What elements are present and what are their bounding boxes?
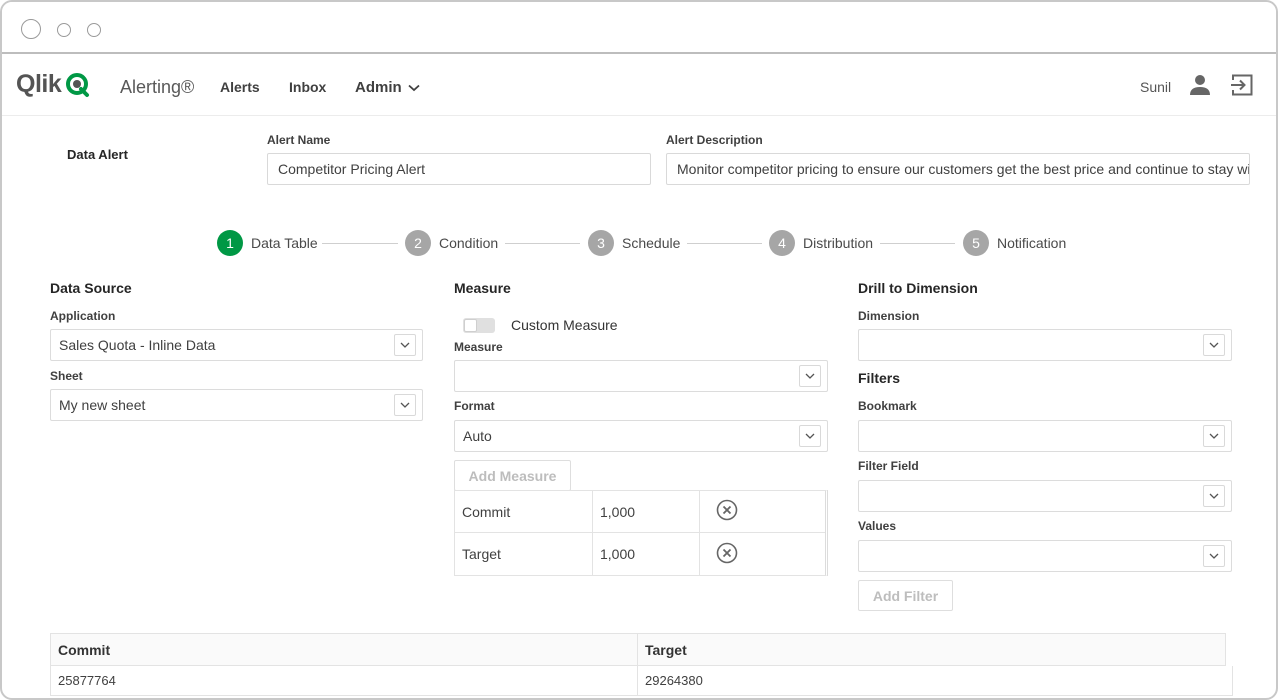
step-label: Notification [997,235,1067,251]
top-navbar: Qlik Alerting® Alerts Inbox Admin Sunil [2,54,1276,116]
nav-alerts-link[interactable]: Alerts [220,79,260,95]
step-label: Schedule [622,235,681,251]
step-number: 2 [405,230,431,256]
drill-heading: Drill to Dimension [858,280,978,296]
nav-admin-label: Admin [355,79,402,96]
remove-circle-icon[interactable] [716,542,738,567]
remove-circle-icon[interactable] [716,499,738,524]
dimension-select[interactable] [858,329,1232,361]
format-value: Auto [463,428,492,444]
window-maximize-button[interactable] [87,23,101,37]
table-cell: 29264380 [645,673,703,688]
application-label: Application [50,309,116,323]
chevron-down-icon[interactable] [394,334,416,356]
nav-inbox-link[interactable]: Inbox [289,79,326,95]
preview-data-table: Commit Target 25877764 29264380 [50,633,1233,696]
step-data-table[interactable]: 1 Data Table [217,230,318,256]
chevron-down-icon[interactable] [1203,485,1225,507]
application-select[interactable]: Sales Quota - Inline Data [50,329,423,361]
custom-measure-label: Custom Measure [511,317,618,333]
table-header: Commit Target [50,633,1226,666]
window-close-button[interactable] [21,19,41,39]
logout-icon[interactable] [1230,73,1254,102]
measure-row: Commit 1,000 [455,491,825,533]
bookmark-label: Bookmark [858,399,917,413]
window-minimize-button[interactable] [57,23,71,37]
table-row: 25877764 29264380 [50,666,1233,696]
column-header-commit[interactable]: Commit [51,634,638,665]
alert-description-label: Alert Description [666,133,763,147]
dimension-label: Dimension [858,309,920,323]
step-number: 4 [769,230,795,256]
measures-table: Commit 1,000 Target 1,000 [454,490,828,576]
alert-description-input[interactable]: Monitor competitor pricing to ensure our… [666,153,1250,185]
user-icon[interactable] [1189,74,1211,101]
values-select[interactable] [858,540,1232,572]
step-distribution[interactable]: 4 Distribution [769,230,873,256]
table-cell: 25877764 [51,666,638,695]
application-value: Sales Quota - Inline Data [59,337,216,353]
data-source-heading: Data Source [50,280,132,296]
step-condition[interactable]: 2 Condition [405,230,498,256]
step-connector [880,243,955,244]
step-label: Data Table [251,235,318,251]
column-header-target[interactable]: Target [638,634,1225,665]
chevron-down-icon[interactable] [799,425,821,447]
filter-field-select[interactable] [858,480,1232,512]
app-name: Alerting® [120,77,195,97]
values-label: Values [858,519,897,533]
brand-name: Qlik [16,70,62,98]
measure-value[interactable]: 1,000 [593,533,700,575]
step-connector [322,243,398,244]
qlik-logo[interactable]: Qlik [16,70,91,99]
measure-label: Measure [454,340,503,354]
measure-heading: Measure [454,280,511,296]
step-notification[interactable]: 5 Notification [963,230,1066,256]
custom-measure-toggle[interactable] [463,318,495,333]
bookmark-select[interactable] [858,420,1232,452]
measure-select[interactable] [454,360,828,392]
title-bar [2,2,1276,54]
step-label: Condition [439,235,499,251]
format-select[interactable]: Auto [454,420,828,452]
filters-heading: Filters [858,370,901,386]
step-number: 3 [588,230,614,256]
chevron-down-icon [408,79,420,96]
user-name: Sunil [1140,79,1172,95]
step-number: 1 [217,230,243,256]
alert-type-label: Data Alert [67,147,128,162]
measure-value[interactable]: 1,000 [593,491,700,532]
alert-name-label: Alert Name [267,133,331,147]
step-connector [687,243,762,244]
measure-name: Target [455,533,593,575]
step-number: 5 [963,230,989,256]
filter-field-label: Filter Field [858,459,919,473]
add-measure-button[interactable]: Add Measure [454,460,571,491]
sheet-value: My new sheet [59,397,146,413]
chevron-down-icon[interactable] [1203,545,1225,567]
toggle-knob [464,319,477,332]
format-label: Format [454,399,495,413]
chevron-down-icon[interactable] [394,394,416,416]
step-connector [505,243,580,244]
qlik-q-icon [65,72,91,98]
alert-name-input[interactable]: Competitor Pricing Alert [267,153,651,185]
nav-admin-menu[interactable]: Admin [355,79,420,96]
add-filter-button[interactable]: Add Filter [858,580,953,611]
step-schedule[interactable]: 3 Schedule [588,230,680,256]
chevron-down-icon[interactable] [1203,425,1225,447]
measure-name: Commit [455,491,593,532]
measure-row: Target 1,000 [455,533,825,575]
sheet-select[interactable]: My new sheet [50,389,423,421]
app-window: Qlik Alerting® Alerts Inbox Admin Sunil [0,0,1278,700]
wizard-stepper: 1 Data Table 2 Condition 3 Schedule 4 Di… [2,230,1276,256]
step-label: Distribution [803,235,874,251]
chevron-down-icon[interactable] [1203,334,1225,356]
chevron-down-icon[interactable] [799,365,821,387]
sheet-label: Sheet [50,369,83,383]
